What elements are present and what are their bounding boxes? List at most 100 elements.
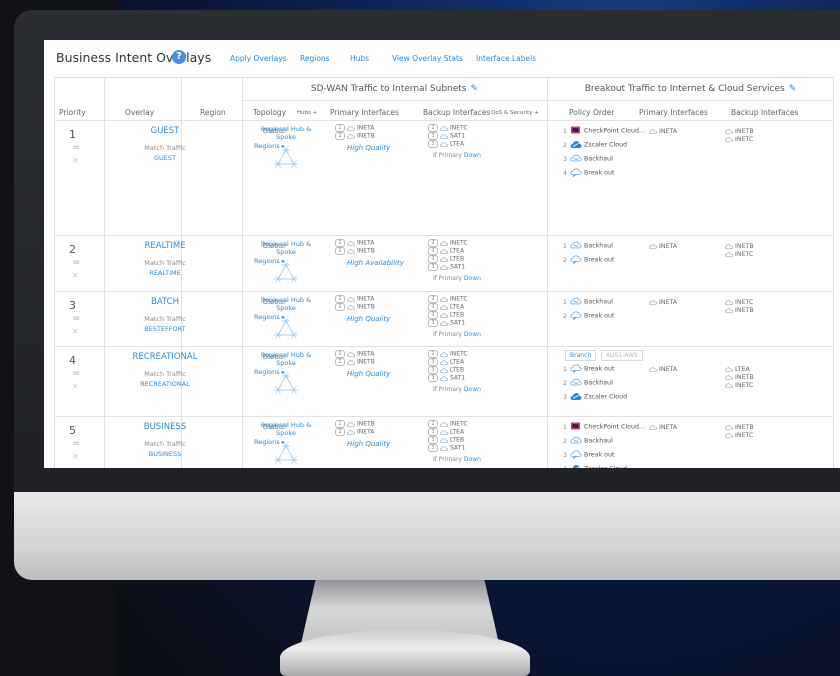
backup-interface: 3 LTEA [428, 140, 464, 148]
policy-order-item[interactable]: 1 Break out [563, 364, 614, 374]
backup-interface: 3 SAT1 [428, 444, 465, 452]
overlay-table: SD-WAN Traffic to Internal Subnets ✎ Brea… [54, 77, 834, 468]
match-traffic-value[interactable]: RECREATIONAL [105, 380, 225, 388]
edit-pencil-icon[interactable]: ✎ [471, 84, 479, 94]
topology-link[interactable]: Spoke [251, 304, 321, 312]
topology-link[interactable]: Regional Hub & [251, 421, 321, 429]
cloud-icon [725, 374, 733, 380]
remove-overlay-button[interactable]: ✕ [72, 156, 79, 165]
match-traffic-value[interactable]: GUEST [105, 154, 225, 162]
region-chip[interactable]: AUS1-AWS [601, 350, 643, 361]
topology-link[interactable]: Spoke [251, 359, 321, 367]
topology-hub-spoke-icon [271, 315, 301, 343]
col-priority: Priority [59, 108, 86, 117]
cloud-icon [347, 351, 355, 357]
policy-order-item[interactable]: 1 Backhaul [563, 297, 613, 307]
match-traffic-value[interactable]: BUSINESS [105, 450, 225, 458]
drag-handle[interactable]: = [72, 257, 80, 268]
breakout-backup-interface: LTEA [725, 366, 750, 374]
policy-label: Zscaler Cloud [584, 141, 628, 149]
policy-label: Break out [584, 451, 615, 459]
policy-order-item[interactable]: 1 CheckPoint Cloud... [563, 422, 645, 432]
topology-link[interactable]: Regional Hub & [251, 125, 321, 133]
topology-link[interactable]: Spoke [251, 248, 321, 256]
topology-hub-spoke-icon [271, 370, 301, 398]
policy-order-item[interactable]: 3 Backhaul [563, 154, 613, 164]
interface-label: LTEA [450, 428, 465, 436]
backhaul-icon [570, 241, 582, 250]
policy-order-item[interactable]: 1 Backhaul [563, 241, 613, 251]
topology-link[interactable]: Regional Hub & [251, 240, 321, 248]
backup-interface: 2 INETC [428, 295, 468, 303]
match-traffic-value[interactable]: BESTEFFORT [105, 325, 225, 333]
if-primary-down-label: If Primary Down [433, 386, 481, 393]
breakout-backup-interface: INETB [725, 243, 754, 251]
remove-overlay-button[interactable]: ✕ [72, 382, 79, 391]
policy-order-item[interactable]: 2 Backhaul [563, 436, 613, 446]
backup-interface: 3 SAT1 [428, 319, 465, 327]
hubs-add-button[interactable]: Hubs + [297, 110, 317, 116]
down-link[interactable]: Down [464, 275, 481, 282]
policy-order-item[interactable]: 4 Break out [563, 168, 614, 178]
backup-interface: 3 LTEA [428, 358, 464, 366]
breakout-primary-interface: INETA [649, 424, 677, 431]
remove-overlay-button[interactable]: ✕ [72, 271, 79, 280]
topology-link[interactable]: Spoke [251, 133, 321, 141]
policy-order-item[interactable]: 2 Break out [563, 255, 614, 265]
branch-chip[interactable]: Branch [565, 350, 597, 361]
breakout-backup-interface: INETC [725, 299, 753, 307]
drag-handle[interactable]: = [72, 368, 80, 379]
breakout-backup-interface: INETC [725, 251, 753, 259]
remove-overlay-button[interactable]: ✕ [72, 327, 79, 336]
nav-hubs[interactable]: Hubs [350, 54, 369, 63]
policy-order-item[interactable]: 3 Break out [563, 450, 614, 460]
interface-order-badge: 2 [335, 124, 345, 132]
nav-regions[interactable]: Regions [300, 54, 330, 63]
policy-order-item[interactable]: 3 Zscaler Cloud [563, 392, 627, 402]
interface-order-badge: 3 [428, 132, 438, 140]
breakout-backup-interface: INETC [725, 136, 753, 144]
policy-order-item[interactable]: 2 Backhaul [563, 378, 613, 388]
policy-order-number: 1 [563, 298, 568, 306]
backup-interface: 3 LTEB [428, 436, 464, 444]
section-sdwan-title: SD-WAN Traffic to Internal Subnets [310, 84, 467, 94]
cloud-icon [347, 429, 355, 435]
down-link[interactable]: Down [464, 331, 481, 338]
remove-overlay-button[interactable]: ✕ [72, 452, 79, 461]
drag-handle[interactable]: = [72, 438, 80, 449]
monitor-chin [14, 492, 840, 580]
policy-order-item[interactable]: 2 Break out [563, 311, 614, 321]
priority-number: 4 [69, 354, 76, 367]
edit-pencil-icon[interactable]: ✎ [789, 84, 797, 94]
down-link[interactable]: Down [464, 152, 481, 159]
qos-security-add-button[interactable]: QoS & Security + [491, 110, 539, 116]
drag-handle[interactable]: = [72, 142, 80, 153]
nav-interface-labels[interactable]: Interface Labels [476, 54, 536, 63]
policy-label: Backhaul [584, 379, 613, 387]
topology-link[interactable]: Regional Hub & [251, 351, 321, 359]
interface-order-badge: 2 [335, 428, 345, 436]
help-icon[interactable]: ? [172, 50, 186, 64]
down-link[interactable]: Down [464, 456, 481, 463]
breakout-icon [570, 255, 582, 264]
down-link[interactable]: Down [464, 386, 481, 393]
interface-label: INETC [450, 124, 468, 132]
interface-order-badge: 3 [428, 374, 438, 382]
nav-view-overlay-stats[interactable]: View Overlay Stats [392, 54, 463, 63]
policy-order-item[interactable]: 1 CheckPoint Cloud... [563, 126, 645, 136]
overlay-row: 2 REALTIME Global Regional Hub & = ✕ Match Tra… [55, 235, 833, 291]
topology-link[interactable]: Spoke [251, 429, 321, 437]
policy-order-number: 4 [563, 466, 567, 469]
policy-order-item[interactable]: 4 Zscaler Cloud [563, 464, 627, 468]
policy-order-number: 4 [563, 169, 568, 177]
primary-interface: 2 INETA [335, 295, 374, 303]
backup-interface: 3 LTEA [428, 247, 464, 255]
match-traffic-value[interactable]: REALTIME [105, 269, 225, 277]
drag-handle[interactable]: = [72, 313, 80, 324]
cloud-icon [440, 248, 448, 254]
backup-interface: 2 INETC [428, 239, 468, 247]
monitor-stand-base [280, 630, 530, 676]
topology-link[interactable]: Regional Hub & [251, 296, 321, 304]
policy-order-item[interactable]: 2 Zscaler Cloud [563, 140, 627, 150]
nav-apply-overlays[interactable]: Apply Overlays [230, 54, 287, 63]
